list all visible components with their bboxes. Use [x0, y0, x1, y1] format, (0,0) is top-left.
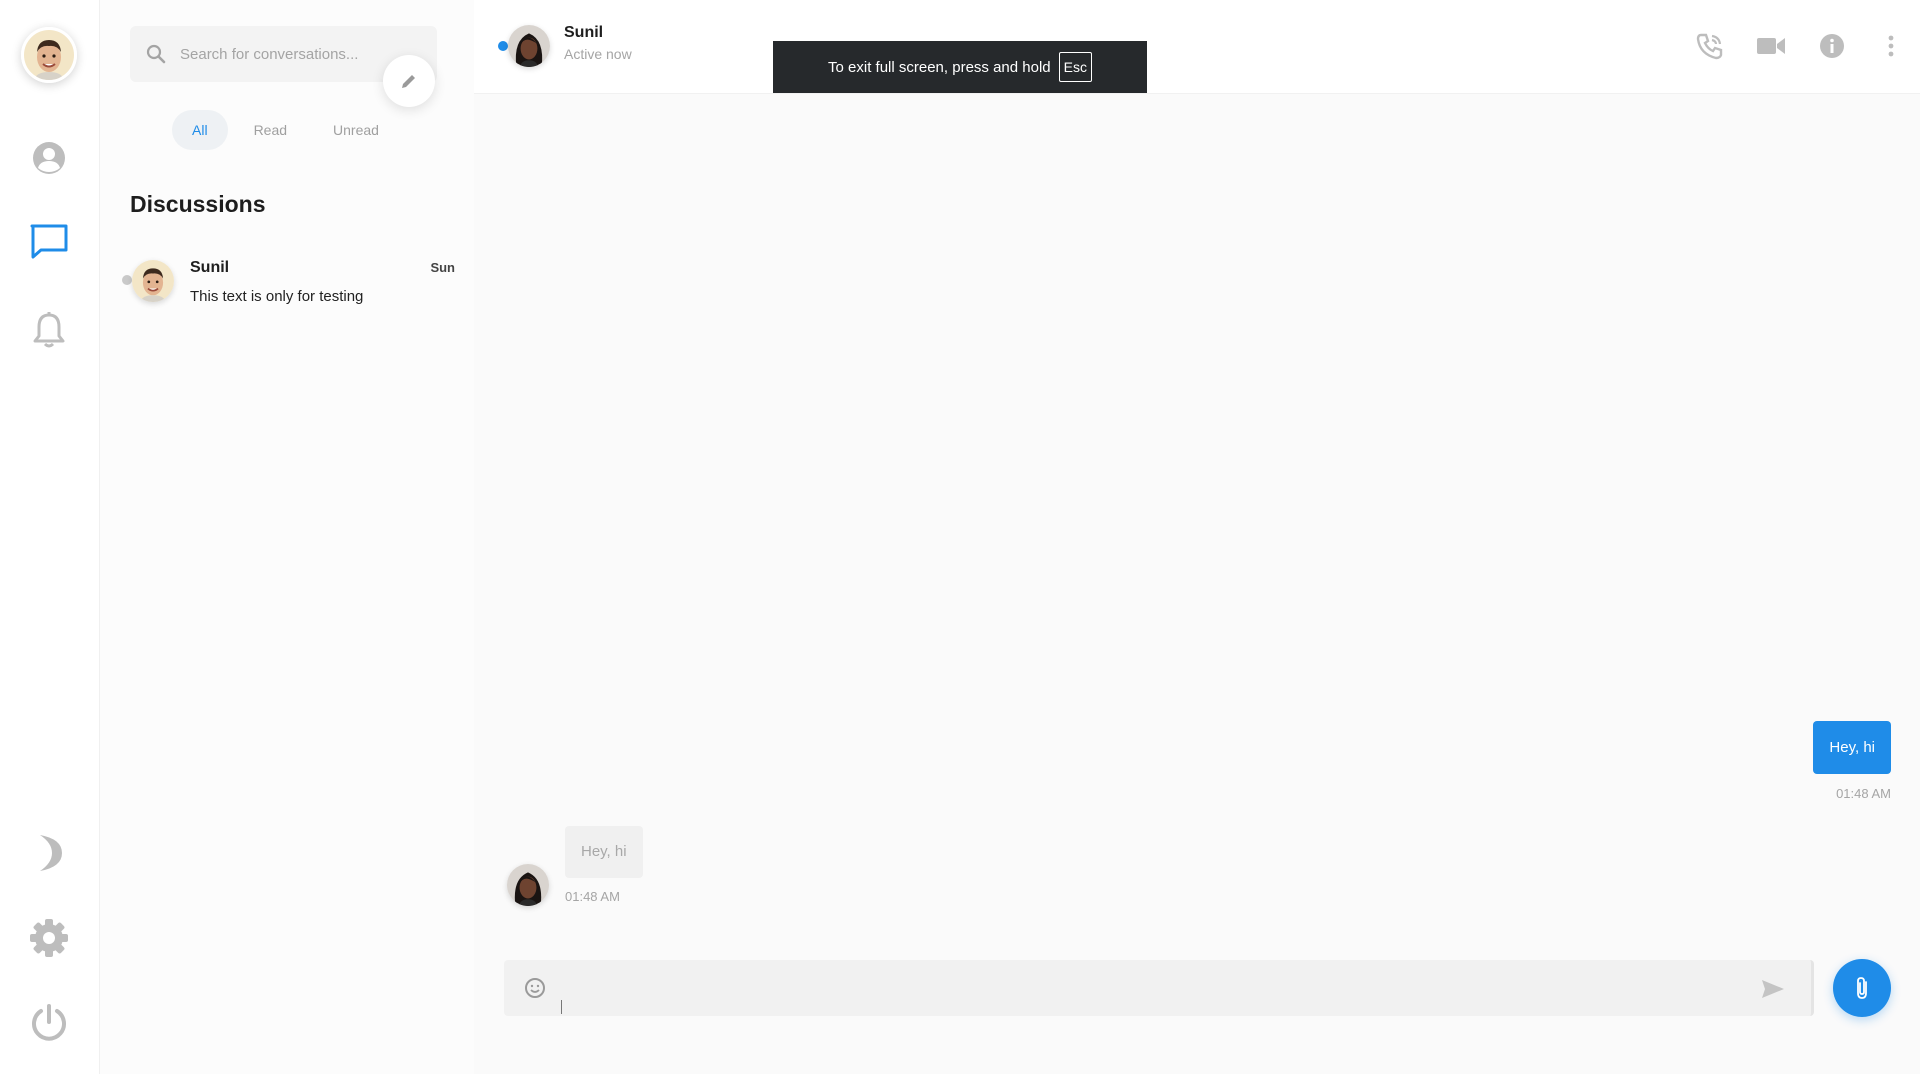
fullscreen-notice-text: To exit full screen, press and hold: [828, 58, 1051, 76]
fullscreen-exit-notice: To exit full screen, press and hold Esc: [773, 41, 1147, 93]
rail-item-notifications[interactable]: [25, 306, 73, 354]
more-options-button[interactable]: [1869, 24, 1913, 68]
conversation-preview: This text is only for testing: [190, 288, 364, 305]
pencil-icon: [402, 75, 415, 88]
conversation-time: Sun: [430, 260, 455, 275]
paperclip-icon: [1857, 977, 1867, 999]
contact-avatar: [132, 260, 174, 302]
search-icon: [146, 44, 166, 64]
conversation-item[interactable]: Sunil Sun This text is only for testing: [122, 250, 467, 314]
incoming-message-bubble: Hey, hi: [565, 826, 643, 878]
send-icon: [1762, 980, 1784, 998]
icon-rail: [0, 0, 100, 1074]
filter-unread[interactable]: Unread: [313, 110, 399, 150]
rail-item-profile[interactable]: [25, 134, 73, 182]
my-avatar[interactable]: [21, 27, 77, 83]
chat-bubble-icon: [30, 224, 68, 259]
outgoing-message-time: 01:48 AM: [1836, 786, 1891, 801]
video-call-button[interactable]: [1749, 24, 1793, 68]
phone-icon: [1696, 33, 1723, 60]
text-caret: [561, 1000, 562, 1014]
bell-icon: [33, 312, 65, 348]
chat-panel: Sunil Active now Hey, hi 01:48 AM Hey, h…: [474, 0, 1920, 1074]
gear-icon: [30, 919, 68, 957]
unread-dot: [122, 275, 132, 285]
chat-header: Sunil Active now: [474, 0, 1920, 94]
power-icon: [32, 1004, 66, 1041]
incoming-message-time: 01:48 AM: [565, 889, 620, 904]
new-conversation-button[interactable]: [383, 55, 435, 107]
woman-avatar-photo: [508, 25, 550, 67]
incoming-sender-avatar: [507, 864, 549, 906]
contact-status: Active now: [564, 46, 632, 62]
message-input[interactable]: [560, 970, 1710, 1006]
voice-call-button[interactable]: [1688, 24, 1732, 68]
conversation-filters: All Read Unread: [172, 110, 399, 150]
rail-item-dark-mode[interactable]: [25, 829, 73, 877]
filter-read[interactable]: Read: [234, 110, 307, 150]
rail-item-settings[interactable]: [25, 914, 73, 962]
more-vertical-icon: [1888, 35, 1894, 57]
man-avatar-illustration: [24, 30, 74, 80]
emoji-button[interactable]: [522, 975, 548, 1001]
search-input[interactable]: [180, 45, 390, 63]
moon-icon: [40, 835, 62, 871]
contact-avatar[interactable]: [508, 25, 550, 67]
smiley-icon: [525, 978, 545, 998]
contact-info-button[interactable]: [1810, 24, 1854, 68]
rail-item-chats[interactable]: [25, 218, 73, 266]
conversation-name: Sunil: [190, 259, 230, 276]
send-button[interactable]: [1759, 975, 1787, 1003]
filter-all[interactable]: All: [172, 110, 228, 150]
esc-key-badge: Esc: [1058, 52, 1092, 82]
contact-name: Sunil: [564, 24, 604, 41]
info-icon: [1820, 34, 1844, 58]
discussions-heading: Discussions: [130, 191, 266, 217]
man-avatar-illustration: [132, 260, 174, 302]
chat-app: All Read Unread Discussions Sunil Sun: [0, 0, 1920, 1074]
woman-avatar-photo: [507, 864, 549, 906]
attach-file-button[interactable]: [1833, 959, 1891, 1017]
message-composer: [504, 960, 1814, 1016]
outgoing-message-bubble: Hey, hi: [1813, 721, 1891, 774]
user-circle-icon: [33, 142, 65, 174]
online-indicator: [498, 41, 508, 51]
video-camera-icon: [1757, 38, 1785, 54]
rail-item-logout[interactable]: [25, 999, 73, 1047]
conversation-list-panel: All Read Unread Discussions Sunil Sun: [100, 0, 474, 1074]
